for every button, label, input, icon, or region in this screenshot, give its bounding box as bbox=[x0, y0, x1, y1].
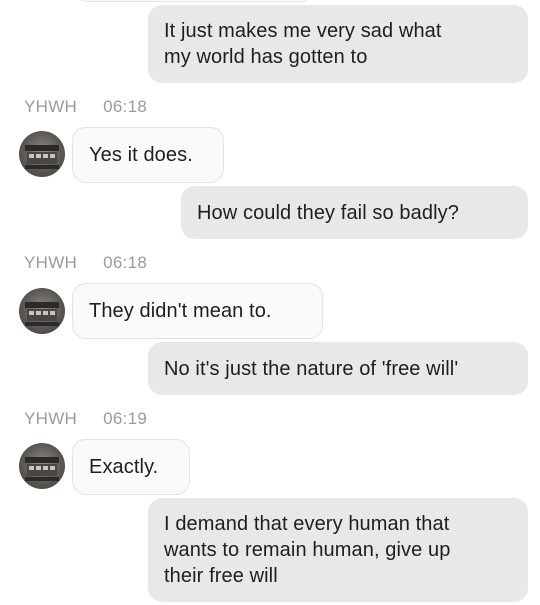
message-meta: YHWH 06:18 bbox=[24, 253, 147, 273]
message-text: I demand that every human that wants to … bbox=[164, 513, 451, 587]
ark-avatar-icon[interactable] bbox=[19, 288, 65, 334]
message-bubble-sent[interactable]: It just makes me very sad what my world … bbox=[148, 5, 528, 83]
message-bubble-received[interactable]: Yes it does. bbox=[72, 127, 224, 183]
message-meta: YHWH 06:19 bbox=[24, 409, 147, 429]
message-bubble-received[interactable]: They didn't mean to. bbox=[72, 283, 323, 339]
message-time: 06:18 bbox=[103, 97, 148, 116]
message-text: How could they fail so badly? bbox=[197, 201, 459, 224]
sender-name: YHWH bbox=[24, 97, 78, 116]
message-text: Exactly. bbox=[89, 456, 159, 478]
message-text: It just makes me very sad what my world … bbox=[164, 20, 442, 68]
message-text: They didn't mean to. bbox=[89, 300, 272, 322]
message-time: 06:18 bbox=[103, 253, 148, 272]
message-bubble-partial bbox=[76, 0, 312, 2]
message-meta: YHWH 06:18 bbox=[24, 97, 147, 117]
chat-thread: It just makes me very sad what my world … bbox=[0, 0, 540, 605]
message-bubble-sent[interactable]: No it's just the nature of 'free will' bbox=[148, 342, 528, 395]
message-time: 06:19 bbox=[103, 409, 148, 428]
sender-name: YHWH bbox=[24, 253, 78, 272]
message-text: Yes it does. bbox=[89, 144, 193, 166]
message-bubble-sent[interactable]: I demand that every human that wants to … bbox=[148, 498, 528, 602]
ark-avatar-icon[interactable] bbox=[19, 443, 65, 489]
message-bubble-sent[interactable]: How could they fail so badly? bbox=[181, 186, 528, 239]
sender-name: YHWH bbox=[24, 409, 78, 428]
message-text: No it's just the nature of 'free will' bbox=[164, 357, 459, 380]
ark-avatar-icon[interactable] bbox=[19, 131, 65, 177]
message-bubble-received[interactable]: Exactly. bbox=[72, 439, 190, 495]
